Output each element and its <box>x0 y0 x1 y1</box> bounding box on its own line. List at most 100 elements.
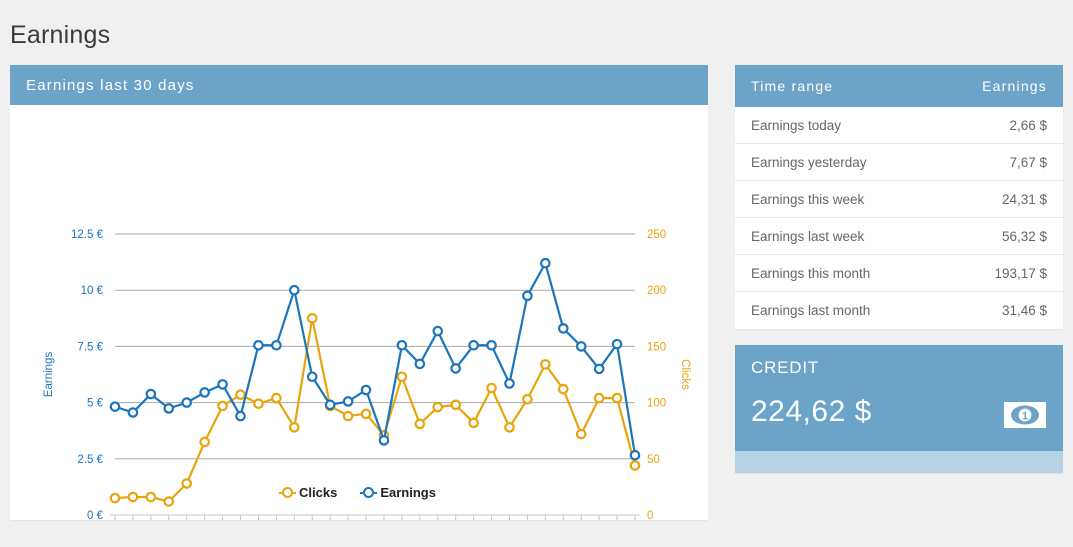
y-axis-left-tick-label: 12.5 € <box>71 229 104 241</box>
data-point-clicks[interactable] <box>217 400 228 412</box>
y-axis-left-tick-label: 10 € <box>81 285 104 297</box>
data-point-earnings[interactable] <box>145 388 157 400</box>
time-range-label: Earnings last week <box>751 228 865 244</box>
column-header-earnings: Earnings <box>982 78 1047 94</box>
y-axis-left-tick-label: 5 € <box>87 398 104 410</box>
y-axis-right-tick-label: 50 <box>647 454 660 466</box>
earnings-dashboard: Earnings Earnings last 30 days 0 € 2.5 € 5… <box>0 0 1073 547</box>
chart-panel-header: Earnings last 30 days <box>10 65 708 105</box>
data-point-clicks[interactable] <box>199 436 210 448</box>
y-axis-right-tick-label: 0 <box>647 510 653 520</box>
earnings-clicks-line-chart[interactable]: 0 € 2.5 € 5 € 7.5 € 10 € 12.5 € 0 50 100 150 200 25… <box>10 105 708 520</box>
y-axis-right-tick-label: 150 <box>647 341 666 353</box>
table-row[interactable]: Earnings this month 193,17 $ <box>735 255 1063 292</box>
series-line-earnings <box>113 262 637 457</box>
series-line-clicks <box>113 317 637 503</box>
data-point-clicks[interactable] <box>306 313 318 324</box>
y-axis-right-tick-label: 100 <box>647 398 666 410</box>
data-point-clicks[interactable] <box>557 383 569 395</box>
table-body: Earnings today 2,66 $ Earnings yesterday 7,… <box>735 107 1063 329</box>
table-header-row: Time range Earnings <box>735 65 1063 107</box>
y-axis-left-title: Earnings <box>43 352 55 398</box>
earnings-chart-panel: Earnings last 30 days 0 € 2.5 € 5 € 7.5 € 10… <box>10 65 708 520</box>
data-point-clicks[interactable] <box>540 359 551 370</box>
data-point-clicks[interactable] <box>360 408 372 420</box>
data-point-earnings[interactable] <box>522 290 533 302</box>
time-range-label: Earnings this month <box>751 265 871 281</box>
table-row[interactable]: Earnings last month 31,46 $ <box>735 292 1063 329</box>
data-point-earnings[interactable] <box>432 325 444 337</box>
data-point-earnings[interactable] <box>486 339 497 351</box>
earnings-value: 7,67 $ <box>1009 154 1047 170</box>
data-point-earnings[interactable] <box>235 410 246 422</box>
legend-item-clicks[interactable]: Clicks <box>279 485 337 500</box>
data-point-earnings[interactable] <box>378 435 390 446</box>
data-point-clicks[interactable] <box>289 422 300 433</box>
data-point-earnings[interactable] <box>271 339 282 351</box>
page-title: Earnings <box>10 20 111 49</box>
earnings-value: 24,31 $ <box>1001 191 1047 207</box>
credit-value: 224,62 $ <box>751 395 872 428</box>
earnings-value: 2,66 $ <box>1009 117 1047 133</box>
time-range-label: Earnings today <box>751 117 842 133</box>
data-point-clicks[interactable] <box>253 398 264 410</box>
data-point-earnings[interactable] <box>181 397 193 408</box>
table-row[interactable]: Earnings yesterday 7,67 $ <box>735 144 1063 181</box>
y-axis-right-tick-label: 200 <box>647 285 666 297</box>
credit-panel: CREDIT 224,62 $ 1 <box>735 345 1063 473</box>
data-point-clicks[interactable] <box>486 382 497 394</box>
time-range-label: Earnings last month <box>751 303 871 318</box>
data-point-earnings[interactable] <box>217 379 228 390</box>
data-point-clicks[interactable] <box>522 393 533 405</box>
earnings-value: 193,17 $ <box>994 265 1047 281</box>
data-point-earnings[interactable] <box>324 399 336 411</box>
data-point-clicks[interactable] <box>414 418 426 430</box>
data-point-clicks[interactable] <box>593 392 605 404</box>
data-point-earnings[interactable] <box>593 363 605 375</box>
data-point-earnings[interactable] <box>468 339 479 351</box>
data-point-earnings[interactable] <box>253 339 264 351</box>
data-point-earnings[interactable] <box>504 378 515 389</box>
data-point-earnings[interactable] <box>163 403 175 414</box>
y-axis-right-tick-label: 250 <box>647 229 666 241</box>
data-point-earnings[interactable] <box>127 407 139 418</box>
credit-label: CREDIT <box>751 358 820 377</box>
data-point-clicks[interactable] <box>629 460 641 471</box>
data-point-clicks[interactable] <box>504 422 515 433</box>
data-point-earnings[interactable] <box>342 396 354 407</box>
chart-legend: Clicks Earnings <box>10 485 708 500</box>
data-point-clicks[interactable] <box>342 410 354 422</box>
data-point-earnings[interactable] <box>396 339 408 351</box>
y-axis-left-tick-label: 7.5 € <box>77 341 103 353</box>
data-point-earnings[interactable] <box>450 363 461 374</box>
data-point-clicks[interactable] <box>396 371 408 383</box>
data-point-clicks[interactable] <box>432 401 444 413</box>
data-point-earnings[interactable] <box>575 341 587 352</box>
data-point-earnings[interactable] <box>611 338 623 350</box>
table-row[interactable]: Earnings this week 24,31 $ <box>735 181 1063 218</box>
chart-panel-title: Earnings last 30 days <box>26 76 195 94</box>
data-point-earnings[interactable] <box>414 358 426 370</box>
legend-item-earnings[interactable]: Earnings <box>360 485 436 500</box>
earnings-summary-table: Time range Earnings Earnings today 2,66 $… <box>735 65 1063 329</box>
data-point-clicks[interactable] <box>611 392 623 404</box>
data-point-earnings[interactable] <box>109 401 121 412</box>
data-point-clicks[interactable] <box>468 417 479 429</box>
data-point-clicks[interactable] <box>235 389 246 401</box>
table-row[interactable]: Earnings last week 56,32 $ <box>735 218 1063 255</box>
data-point-clicks[interactable] <box>575 428 587 440</box>
data-point-earnings[interactable] <box>289 284 300 296</box>
table-row[interactable]: Earnings today 2,66 $ <box>735 107 1063 144</box>
data-point-earnings[interactable] <box>306 371 318 383</box>
data-point-earnings[interactable] <box>199 387 210 398</box>
data-point-clicks[interactable] <box>271 392 282 404</box>
data-point-earnings[interactable] <box>360 384 372 396</box>
y-axis-right-title: Clicks <box>679 359 691 390</box>
data-point-earnings[interactable] <box>629 449 641 461</box>
data-point-clicks[interactable] <box>450 399 461 411</box>
clicks-series-marker-icon <box>279 487 297 498</box>
credit-panel-footer <box>735 451 1063 473</box>
data-point-earnings[interactable] <box>540 257 551 269</box>
time-range-label: Earnings yesterday <box>751 154 867 170</box>
data-point-earnings[interactable] <box>557 323 569 334</box>
